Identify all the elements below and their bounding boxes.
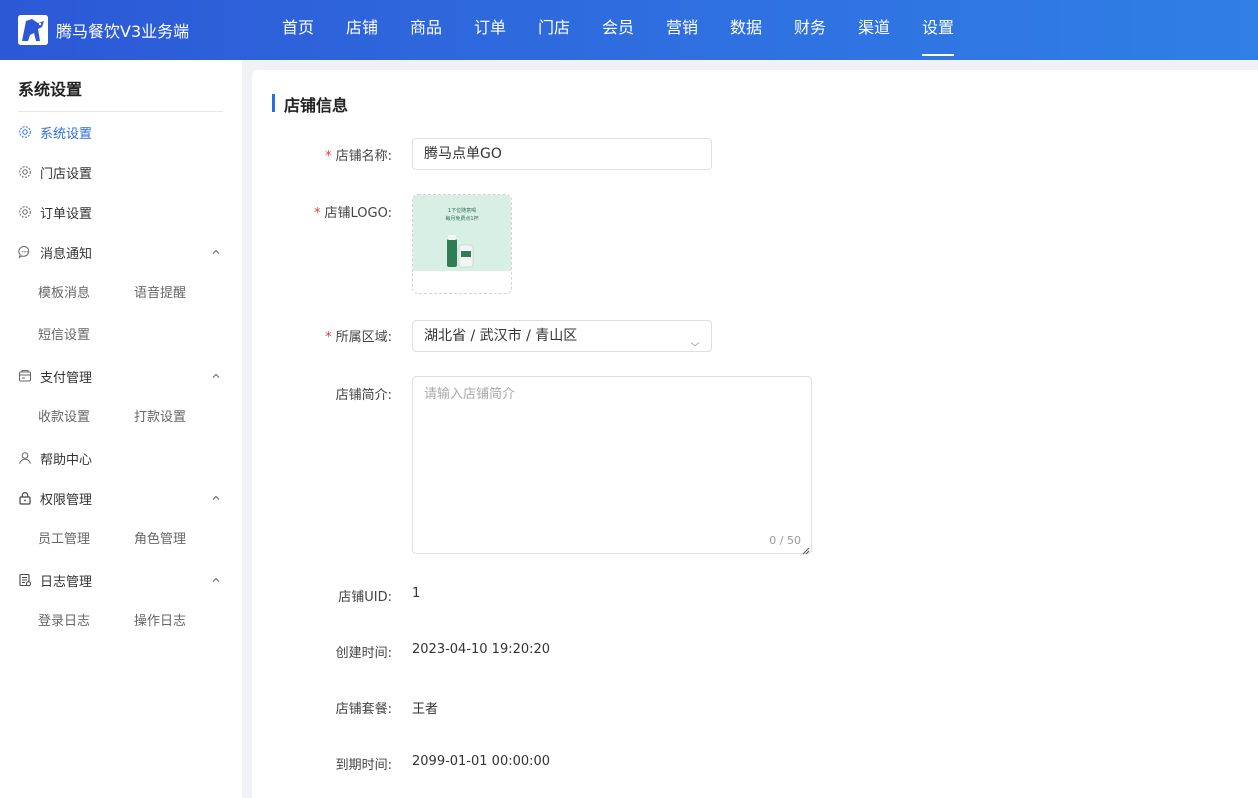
gear-icon [18,165,32,179]
chevron-up-icon[interactable] [211,246,221,256]
region-label: * 所属区域: [325,330,392,345]
sidebar-subitem-operation-log[interactable]: 操作日志 [134,610,186,629]
nav-store[interactable]: 店铺 [330,0,394,60]
sidebar-item-label: 帮助中心 [40,452,93,468]
nav-data[interactable]: 数据 [714,0,778,60]
wallet-icon [18,369,32,383]
nav-members[interactable]: 会员 [586,0,650,60]
logo-text-line2: 每月免费点1杯 [445,216,479,222]
chevron-up-icon[interactable] [211,370,221,380]
nav-settings[interactable]: 设置 [906,0,970,60]
sidebar-subitem-voice-alert[interactable]: 语音提醒 [134,282,186,301]
main-panel: 店铺信息 * 店铺名称: 腾马点单GO * 店铺LOGO: 1下位随意喝 每月免费点… [252,70,1258,798]
sidebar-title: 系统设置 [18,80,83,99]
nav-orders[interactable]: 订单 [458,0,522,60]
intro-textarea[interactable]: 请输入店铺简介 0 / 50 [412,376,812,555]
nav-shops[interactable]: 门店 [522,0,586,60]
package-value: 王者 [412,702,439,717]
sidebar-item-payment[interactable]: 支付管理 [18,364,223,388]
sidebar-subitem-staff-management[interactable]: 员工管理 [38,528,90,547]
uid-label: 店铺UID: [338,590,392,605]
region-select[interactable]: 湖北省 / 武汉市 / 青山区 [412,320,712,352]
nav-home[interactable]: 首页 [266,0,330,60]
intro-label: 店铺简介: [335,388,392,403]
sidebar-subitem-login-log[interactable]: 登录日志 [38,610,90,629]
intro-placeholder: 请输入店铺简介 [424,387,516,402]
store-logo-upload[interactable]: 1下位随意喝 每月免费点1杯 [412,194,512,294]
section-accent-bar [272,94,275,112]
store-logo-label: * 店铺LOGO: [314,206,392,221]
uid-value: 1 [412,586,421,601]
logo-text-line1: 1下位随意喝 [447,208,477,214]
user-icon [18,451,32,465]
sidebar-item-label: 门店设置 [40,166,93,182]
nav-finance[interactable]: 财务 [778,0,842,60]
store-name-input[interactable]: 腾马点单GO [412,138,712,170]
sidebar-item-notifications[interactable]: 消息通知 [18,240,223,264]
lock-icon [18,491,32,505]
resize-handle-icon[interactable] [802,544,810,555]
section-title: 店铺信息 [284,96,349,115]
sidebar-subitem-payout-settings[interactable]: 打款设置 [134,406,186,425]
sidebar-subitem-sms-settings[interactable]: 短信设置 [38,324,90,343]
package-label: 店铺套餐: [335,702,392,717]
char-counter: 0 / 50 [769,534,801,547]
brand[interactable]: 腾马餐饮V3业务端 [18,14,189,46]
sidebar-divider [18,111,223,112]
sidebar-item-label: 支付管理 [40,370,93,386]
chevron-up-icon[interactable] [211,492,221,502]
sidebar-item-label: 消息通知 [40,246,93,262]
top-bar: 腾马餐饮V3业务端 首页 店铺 商品 订单 门店 会员 营销 数据 财务 渠道 … [0,0,1258,60]
sidebar: 系统设置 系统设置 门店设置 订单设置 消息通知 模板消息 语音提醒 短信设置 [0,60,242,798]
expire-time-value: 2099-01-01 00:00:00 [412,754,551,769]
main-nav: 首页 店铺 商品 订单 门店 会员 营销 数据 财务 渠道 设置 [266,0,970,60]
gear-icon [18,205,32,219]
sidebar-item-order-settings[interactable]: 订单设置 [18,200,223,224]
sidebar-item-shop-settings[interactable]: 门店设置 [18,160,223,184]
sidebar-item-logs[interactable]: 日志管理 [18,568,223,592]
created-time-label: 创建时间: [335,646,392,661]
drink-cup-icon [447,235,474,268]
sidebar-item-permissions[interactable]: 权限管理 [18,486,223,510]
brand-name: 腾马餐饮V3业务端 [56,22,190,41]
sidebar-subitem-template-msg[interactable]: 模板消息 [38,282,90,301]
chevron-down-icon [689,331,701,347]
sidebar-subitem-collection-settings[interactable]: 收款设置 [38,406,90,425]
nav-products[interactable]: 商品 [394,0,458,60]
sidebar-item-label: 权限管理 [40,492,93,508]
sidebar-item-system-settings[interactable]: 系统设置 [18,120,223,144]
expire-time-label: 到期时间: [335,758,392,773]
nav-channels[interactable]: 渠道 [842,0,906,60]
gear-icon [18,125,32,139]
horse-logo-icon [18,15,48,45]
sidebar-item-label: 订单设置 [40,206,93,222]
chevron-up-icon[interactable] [211,574,221,584]
chat-bubble-icon [18,245,32,259]
sidebar-subitem-role-management[interactable]: 角色管理 [134,528,186,547]
sidebar-item-help-center[interactable]: 帮助中心 [18,446,223,470]
nav-marketing[interactable]: 营销 [650,0,714,60]
sidebar-item-label: 日志管理 [40,574,93,590]
created-time-value: 2023-04-10 19:20:20 [412,642,551,657]
document-icon [18,573,32,587]
store-name-label: * 店铺名称: [325,149,392,164]
store-logo-image: 1下位随意喝 每月免费点1杯 [413,195,511,271]
sidebar-item-label: 系统设置 [40,126,93,142]
